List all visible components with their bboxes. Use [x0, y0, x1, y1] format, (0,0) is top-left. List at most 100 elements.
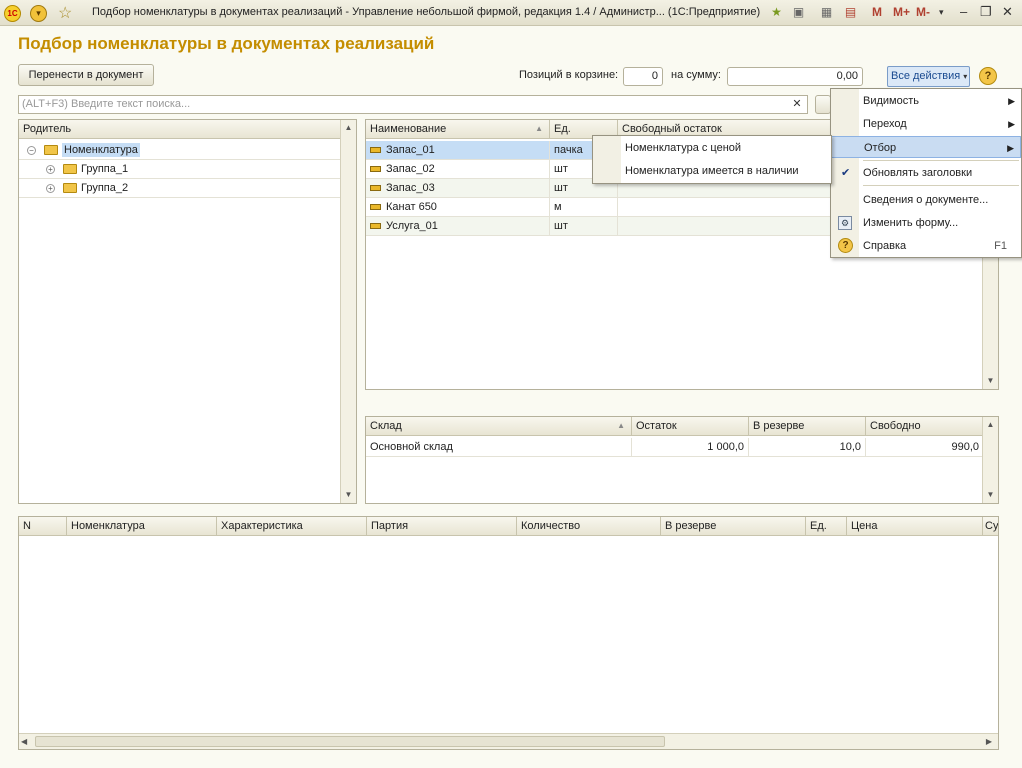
menu-separator: [863, 160, 1019, 161]
tree-item-label: Номенклатура: [62, 143, 140, 157]
column-header-sum[interactable]: Су: [983, 517, 998, 536]
table-row[interactable]: Запас_03: [366, 179, 550, 198]
tree-scrollbar[interactable]: ▲ ▼: [340, 120, 356, 503]
menu-item-navigate[interactable]: Переход ▶: [831, 113, 1021, 135]
collapse-icon[interactable]: −: [27, 145, 36, 155]
minimize-icon[interactable]: –: [960, 4, 967, 19]
scroll-up-icon[interactable]: ▲: [341, 120, 356, 136]
folder-icon: [63, 164, 77, 175]
stock-table: Склад ▲ Остаток В резерве Свободно Основн…: [365, 416, 999, 504]
scroll-left-icon[interactable]: ◀: [21, 734, 27, 749]
tree-header[interactable]: Родитель: [19, 120, 341, 139]
column-header-reserved[interactable]: В резерве: [749, 417, 866, 436]
unit-cell[interactable]: шт: [550, 217, 618, 236]
expand-icon[interactable]: +: [46, 164, 55, 174]
tree-item-label: Группа_2: [81, 182, 129, 194]
column-header-name[interactable]: Наименование ▲: [366, 120, 550, 139]
scroll-up-icon[interactable]: ▲: [983, 417, 998, 433]
scroll-down-icon[interactable]: ▼: [983, 487, 998, 503]
app-logo-icon: 1С: [4, 5, 21, 22]
restore-icon[interactable]: ❐: [980, 4, 992, 20]
search-placeholder: (ALT+F3) Введите текст поиска...: [22, 98, 191, 110]
chevron-down-icon: ▾: [963, 72, 968, 81]
scroll-down-icon[interactable]: ▼: [983, 373, 998, 389]
window-menu-icon[interactable]: ▾: [939, 7, 944, 18]
column-header-free[interactable]: Свободно: [866, 417, 984, 436]
memory-mplus-button[interactable]: M+: [893, 5, 910, 19]
memory-mminus-button[interactable]: M-: [916, 5, 930, 19]
expand-icon[interactable]: +: [46, 183, 55, 193]
main-menu-icon[interactable]: ▾: [30, 5, 47, 22]
shortcut-label: F1: [994, 240, 1007, 252]
search-input[interactable]: (ALT+F3) Введите текст поиска... ✕: [18, 95, 808, 114]
close-icon[interactable]: ✕: [1002, 4, 1013, 20]
sum-label: на сумму:: [671, 69, 721, 81]
scroll-thumb[interactable]: [35, 736, 665, 747]
table-row[interactable]: Канат 650: [366, 198, 550, 217]
tree-item-root[interactable]: − Номенклатура: [19, 141, 341, 160]
memory-m-button[interactable]: M: [872, 5, 882, 19]
cart-table: N Номенклатура Характеристика Партия Кол…: [18, 516, 999, 750]
column-header-reserve[interactable]: В резерве: [661, 517, 806, 536]
menu-item-help[interactable]: ? Справка F1: [831, 235, 1021, 257]
calculator-icon[interactable]: ▦: [818, 4, 835, 21]
table-row[interactable]: Запас_01: [366, 141, 550, 160]
menu-item-with-price[interactable]: Номенклатура с ценой: [593, 137, 831, 159]
menu-separator: [863, 185, 1019, 186]
item-icon: [370, 147, 381, 154]
all-actions-button[interactable]: Все действия ▾: [887, 66, 970, 87]
column-header-balance[interactable]: Остаток: [632, 417, 749, 436]
folder-icon: [63, 183, 77, 194]
menu-item-update-headers[interactable]: ✔ Обновлять заголовки: [831, 162, 1021, 184]
calendar-icon[interactable]: ▤: [842, 4, 859, 21]
menu-item-change-form[interactable]: ⚙ Изменить форму...: [831, 212, 1021, 234]
tree-item-group2[interactable]: + Группа_2: [19, 179, 341, 198]
tree-item-label: Группа_1: [81, 163, 129, 175]
all-actions-menu: Видимость ▶ Переход ▶ Отбор ▶ ✔ Обновлять за…: [830, 88, 1022, 258]
column-header-batch[interactable]: Партия: [367, 517, 517, 536]
add-favorite-icon[interactable]: ★: [768, 4, 785, 21]
window-titlebar: 1С ▾ ☆ Подбор номенклатуры в документах …: [0, 0, 1022, 26]
help-button[interactable]: ?: [979, 67, 997, 85]
menu-item-filter[interactable]: Отбор ▶: [831, 136, 1021, 158]
warehouse-cell[interactable]: Основной склад: [366, 438, 632, 457]
stock-scrollbar[interactable]: ▲ ▼: [982, 417, 998, 503]
item-icon: [370, 185, 381, 192]
column-header-n[interactable]: N: [19, 517, 67, 536]
gear-icon: ⚙: [838, 216, 852, 230]
column-header-price[interactable]: Цена: [847, 517, 983, 536]
balance-cell[interactable]: 1 000,0: [632, 438, 749, 457]
table-row[interactable]: Услуга_01: [366, 217, 550, 236]
sort-icon: ▲: [617, 421, 625, 430]
column-header-quantity[interactable]: Количество: [517, 517, 661, 536]
free-cell[interactable]: 990,0: [866, 438, 984, 457]
link-icon[interactable]: ▣: [790, 4, 807, 21]
submenu-arrow-icon: ▶: [1007, 143, 1014, 153]
menu-item-in-stock[interactable]: Номенклатура имеется в наличии: [593, 160, 831, 182]
item-icon: [370, 166, 381, 173]
favorites-star-icon[interactable]: ☆: [58, 3, 72, 23]
submenu-arrow-icon: ▶: [1008, 119, 1015, 129]
tree-item-group1[interactable]: + Группа_1: [19, 160, 341, 179]
column-header-nomenclature[interactable]: Номенклатура: [67, 517, 217, 536]
transfer-to-document-button[interactable]: Перенести в документ: [18, 64, 154, 86]
cart-positions-label: Позиций в корзине:: [519, 69, 619, 81]
scroll-down-icon[interactable]: ▼: [341, 487, 356, 503]
search-options-button[interactable]: [815, 95, 831, 114]
clear-search-icon[interactable]: ✕: [790, 97, 804, 112]
item-icon: [370, 204, 381, 211]
unit-cell[interactable]: м: [550, 198, 618, 217]
table-row[interactable]: Запас_02: [366, 160, 550, 179]
cart-hscrollbar[interactable]: ◀ ▶: [19, 733, 998, 749]
all-actions-label: Все действия: [891, 70, 961, 82]
column-header-unit[interactable]: Ед.: [806, 517, 847, 536]
sum-field: 0,00: [727, 67, 863, 86]
menu-item-visibility[interactable]: Видимость ▶: [831, 90, 1021, 112]
menu-item-document-info[interactable]: Сведения о документе...: [831, 189, 1021, 211]
column-header-warehouse[interactable]: Склад ▲: [366, 417, 632, 436]
reserved-cell[interactable]: 10,0: [749, 438, 866, 457]
window-title: Подбор номенклатуры в документах реализа…: [92, 6, 761, 18]
check-icon: ✔: [841, 167, 851, 179]
scroll-right-icon[interactable]: ▶: [986, 734, 992, 749]
column-header-characteristic[interactable]: Характеристика: [217, 517, 367, 536]
